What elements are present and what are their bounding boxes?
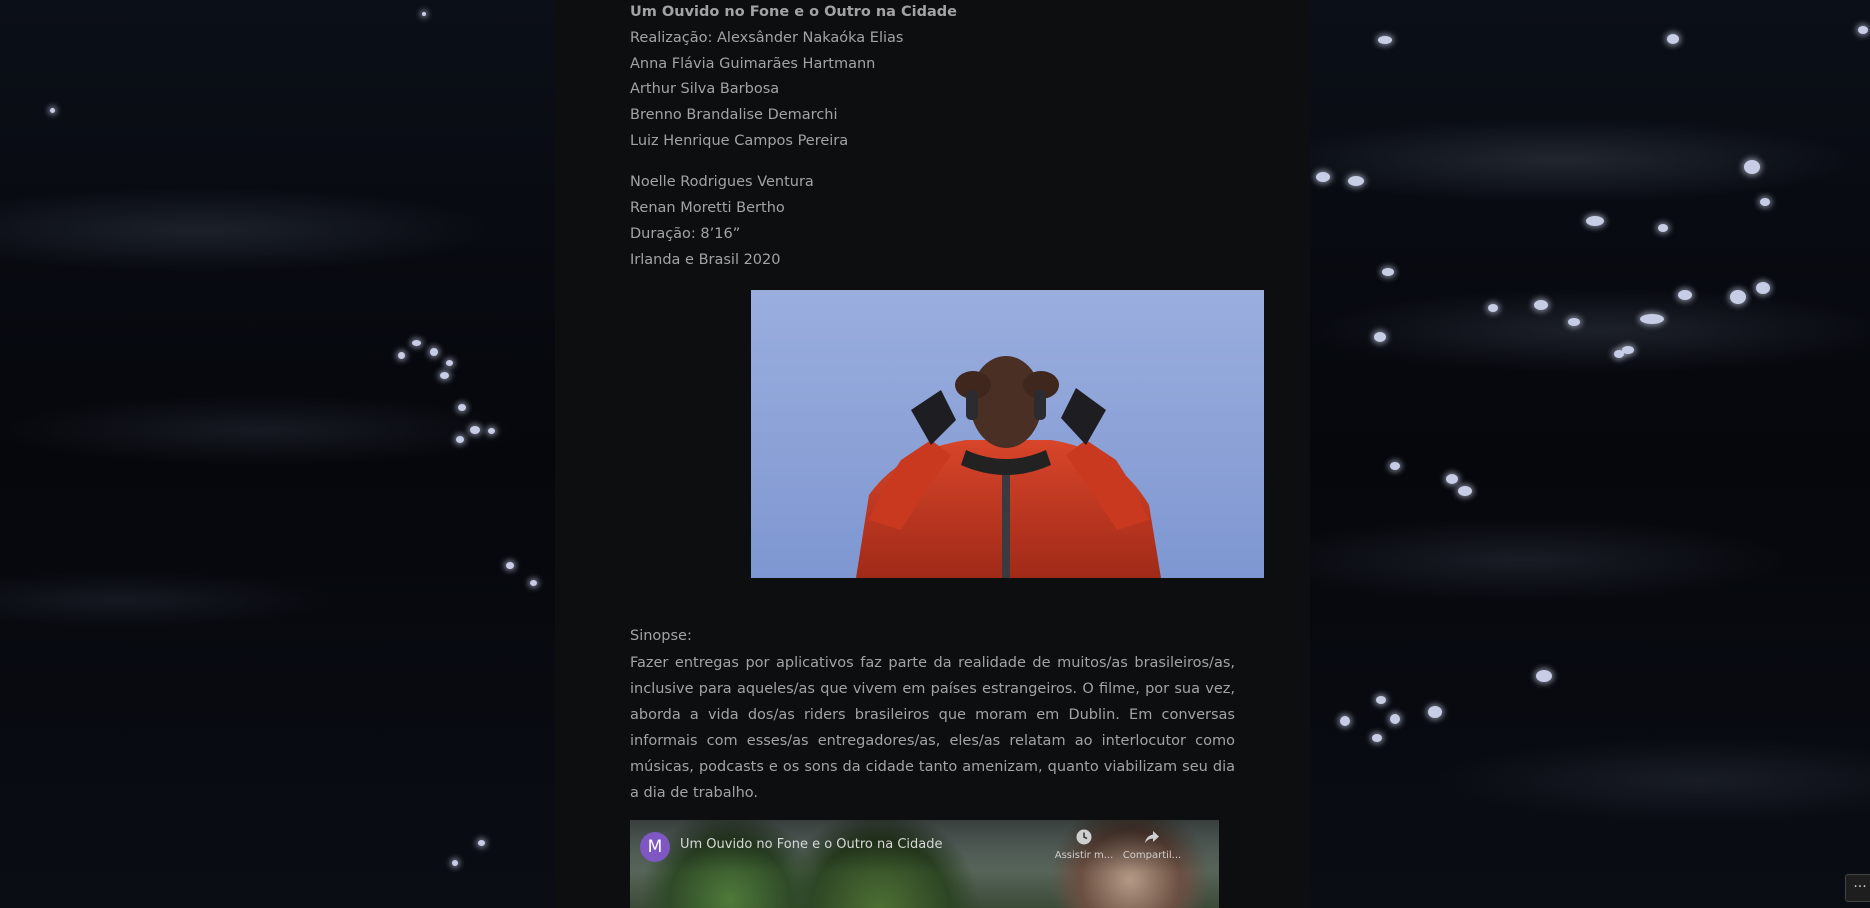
water-sparkle	[1586, 216, 1604, 226]
credit-line: Noelle Rodrigues Ventura	[630, 174, 814, 190]
credit-line: Anna Flávia Guimarães Hartmann	[630, 56, 876, 72]
water-sparkle	[1658, 224, 1668, 232]
water-sparkle	[530, 580, 537, 586]
clock-icon	[1054, 828, 1114, 850]
water-sparkle	[1488, 304, 1498, 312]
water-sparkle	[1640, 314, 1664, 324]
water-sparkle	[1744, 160, 1760, 174]
water-sparkle	[456, 436, 464, 443]
sinopse-text: Fazer entregas por aplicativos faz parte…	[630, 655, 1235, 801]
water-sparkle	[446, 360, 453, 366]
water-sparkle	[1568, 318, 1580, 326]
water-sparkle	[488, 428, 495, 434]
water-sparkle	[1316, 172, 1330, 182]
duration-line: Duração: 8’16”	[630, 226, 741, 242]
water-sparkle	[478, 840, 485, 846]
water-sparkle	[1678, 290, 1692, 300]
credit-line: Brenno Brandalise Demarchi	[630, 107, 838, 123]
water-sparkle	[1348, 176, 1364, 186]
water-sparkle	[1760, 198, 1770, 206]
film-title: Um Ouvido no Fone e o Outro na Cidade	[630, 4, 957, 20]
watch-later-label: Assistir m...	[1054, 850, 1114, 861]
water-sparkle	[398, 352, 405, 359]
film-still-image[interactable]	[751, 290, 1264, 578]
water-sparkle	[452, 860, 458, 866]
water-sparkle	[422, 12, 426, 16]
water-sparkle	[440, 372, 449, 379]
water-sparkle	[1756, 282, 1770, 294]
credit-line: Arthur Silva Barbosa	[630, 81, 780, 97]
water-sparkle	[1340, 716, 1350, 726]
water-sparkle	[430, 348, 438, 356]
water-sparkle	[1534, 300, 1548, 310]
youtube-embed[interactable]: M Um Ouvido no Fone e o Outro na Cidade …	[630, 820, 1219, 908]
sinopse-label: Sinopse:	[630, 628, 692, 644]
video-title-link[interactable]: Um Ouvido no Fone e o Outro na Cidade	[680, 837, 943, 852]
share-icon	[1122, 828, 1182, 850]
water-sparkle	[1390, 462, 1400, 470]
water-sparkle	[506, 562, 514, 569]
water-sparkle	[1382, 268, 1394, 276]
water-sparkle	[458, 404, 466, 411]
water-sparkle	[1667, 34, 1679, 44]
credit-line: Luiz Henrique Campos Pereira	[630, 133, 849, 149]
water-sparkle	[1622, 346, 1634, 354]
water-sparkle	[470, 426, 480, 434]
water-sparkle	[1458, 486, 1472, 496]
water-sparkle	[1378, 36, 1392, 44]
channel-avatar[interactable]: M	[640, 832, 670, 862]
water-sparkle	[412, 340, 421, 346]
share-button[interactable]: Compartil...	[1122, 828, 1182, 861]
share-label: Compartil...	[1122, 850, 1182, 861]
water-sparkle	[1730, 290, 1746, 304]
credit-line: Realização: Alexsânder Nakaóka Elias	[630, 30, 904, 46]
water-sparkle	[1390, 714, 1400, 724]
post-content-column: Um Ouvido no Fone e o Outro na Cidade Re…	[555, 0, 1310, 908]
credit-line: Renan Moretti Bertho	[630, 200, 785, 216]
country-year-line: Irlanda e Brasil 2020	[630, 252, 781, 268]
water-sparkle	[1858, 26, 1868, 34]
water-sparkle	[1374, 332, 1386, 342]
water-sparkle	[50, 108, 55, 113]
water-sparkle	[1376, 696, 1386, 704]
ellipsis-icon: ···	[1853, 879, 1867, 895]
watch-later-button[interactable]: Assistir m...	[1054, 828, 1114, 861]
water-sparkle	[1372, 734, 1382, 742]
more-options-button[interactable]: ···	[1845, 874, 1870, 902]
water-sparkle	[1428, 706, 1442, 718]
water-sparkle	[1536, 670, 1552, 682]
man-with-headphones-illustration	[856, 356, 1161, 578]
water-sparkle	[1446, 474, 1458, 484]
